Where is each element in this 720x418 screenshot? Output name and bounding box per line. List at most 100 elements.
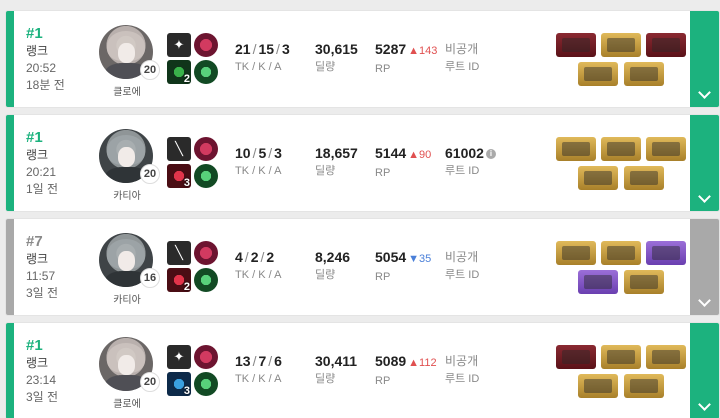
tactical-skill-icon[interactable]: [194, 33, 218, 57]
route-id-value: 비공개: [445, 247, 479, 267]
damage-stat: 30,411 딜량: [315, 351, 357, 387]
equipment-item[interactable]: [556, 241, 596, 265]
damage-value: 8,246: [315, 249, 351, 265]
build-icons: ╲ 2: [167, 241, 221, 293]
shuriken-icon[interactable]: ✦: [167, 33, 191, 57]
sub-trait-icon[interactable]: [194, 268, 218, 292]
route-id-label: 루트 ID: [445, 269, 480, 281]
expand-toggle-button[interactable]: [690, 11, 719, 107]
equipment-item[interactable]: [578, 270, 618, 294]
equipment-item[interactable]: [556, 137, 596, 161]
damage-value: 18,657: [315, 145, 358, 161]
damage-label: 딜량: [315, 269, 336, 281]
match-ago: 3일 전: [26, 286, 59, 300]
result-bar: [6, 115, 14, 211]
match-card[interactable]: #1 랭크 20:52 18분 전 20 클로에 ✦ 2 21/15/3 TK / K / A 30…: [5, 10, 720, 108]
kda-label: TK / K / A: [235, 269, 282, 281]
equipment-items: [552, 345, 692, 401]
character-block[interactable]: 20 클로에: [96, 25, 162, 105]
character-level-badge: 20: [140, 164, 160, 184]
route-id-text: 61002: [445, 145, 484, 161]
sniper-icon[interactable]: ╲: [167, 137, 191, 161]
damage-label: 딜량: [315, 165, 336, 177]
kills: 7: [258, 353, 267, 369]
match-card[interactable]: #7 랭크 11:57 3일 전 16 카티아 ╲ 2 4/2/2 TK / K / A 8,246…: [5, 218, 720, 316]
character-block[interactable]: 16 카티아: [96, 233, 162, 313]
trait-icon[interactable]: 3: [167, 372, 191, 397]
route-id-text: 비공개: [445, 42, 479, 56]
match-card[interactable]: #1 랭크 20:21 1일 전 20 카티아 ╲ 3 10/5/3 TK / K / A 18,6…: [5, 114, 720, 212]
kda-separator: /: [252, 145, 257, 161]
equipment-item[interactable]: [624, 270, 664, 294]
kda-stat: 10/5/3 TK / K / A: [235, 143, 282, 179]
route-id-text: 비공개: [445, 354, 479, 368]
equipment-item[interactable]: [646, 345, 686, 369]
tactical-skill-icon[interactable]: [194, 345, 218, 369]
equipment-item[interactable]: [601, 345, 641, 369]
placement-rank: #1: [26, 337, 43, 354]
equipment-item[interactable]: [556, 345, 596, 369]
trait-icon[interactable]: 2: [167, 268, 191, 293]
expand-toggle-button[interactable]: [690, 219, 719, 315]
sub-trait-icon[interactable]: [194, 60, 218, 84]
match-ago: 18분 전: [26, 78, 65, 92]
item-icon: [584, 67, 612, 81]
equipment-item[interactable]: [578, 166, 618, 190]
character-name: 클로에: [113, 87, 141, 98]
equipment-item[interactable]: [556, 33, 596, 57]
build-icons: ✦ 2: [167, 33, 221, 85]
character-name: 클로에: [113, 399, 141, 410]
kda-separator: /: [268, 145, 273, 161]
route-id-stat[interactable]: 61002 i 루트 ID: [445, 143, 496, 179]
sub-trait-icon[interactable]: [194, 164, 218, 188]
damage-label: 딜량: [315, 373, 336, 385]
chevron-down-icon: [698, 398, 711, 411]
rp-value: 5089: [375, 353, 407, 369]
rp-values: 5144 ▲90: [375, 143, 431, 165]
match-time: 20:52: [26, 61, 57, 75]
trait-icon[interactable]: 3: [167, 164, 191, 189]
equipment-item[interactable]: [624, 166, 664, 190]
assists: 3: [281, 41, 290, 57]
expand-toggle-button[interactable]: [690, 323, 719, 418]
sub-trait-icon[interactable]: [194, 372, 218, 396]
equipment-item[interactable]: [578, 374, 618, 398]
kda-label: TK / K / A: [235, 165, 282, 177]
rp-value: 5054: [375, 249, 407, 265]
match-card[interactable]: #1 랭크 23:14 3일 전 20 클로에 ✦ 3 13/7/6 TK / K / A 30,4…: [5, 322, 720, 418]
tactical-skill-icon[interactable]: [194, 137, 218, 161]
rp-label: RP: [375, 63, 391, 75]
item-icon: [607, 350, 635, 364]
equipment-item[interactable]: [624, 62, 664, 86]
character-block[interactable]: 20 클로에: [96, 337, 162, 417]
kda-label: TK / K / A: [235, 61, 282, 73]
expand-toggle-button[interactable]: [690, 115, 719, 211]
route-id-value[interactable]: 61002 i: [445, 143, 496, 163]
damage-label: 딜량: [315, 61, 336, 73]
match-time: 20:21: [26, 165, 57, 179]
item-icon: [630, 171, 658, 185]
assists: 2: [266, 249, 275, 265]
equipment-item[interactable]: [646, 33, 686, 57]
equipment-item[interactable]: [578, 62, 618, 86]
equipment-item[interactable]: [601, 33, 641, 57]
game-mode-label: 랭크: [26, 148, 49, 162]
character-name: 카티아: [113, 191, 141, 202]
sniper-icon[interactable]: ╲: [167, 241, 191, 265]
match-meta: #1 랭크 23:14 3일 전: [26, 337, 96, 406]
team-kills: 4: [235, 249, 243, 265]
equipment-item[interactable]: [601, 137, 641, 161]
equipment-item[interactable]: [624, 374, 664, 398]
equipment-item[interactable]: [646, 137, 686, 161]
equipment-item[interactable]: [601, 241, 641, 265]
kda-separator: /: [276, 41, 280, 57]
item-icon: [584, 171, 612, 185]
tactical-skill-icon[interactable]: [194, 241, 218, 265]
rp-value: 5287: [375, 41, 407, 57]
info-icon[interactable]: i: [485, 149, 496, 160]
rp-label: RP: [375, 167, 391, 179]
character-block[interactable]: 20 카티아: [96, 129, 162, 209]
trait-icon[interactable]: 2: [167, 60, 191, 85]
shuriken-icon[interactable]: ✦: [167, 345, 191, 369]
equipment-item[interactable]: [646, 241, 686, 265]
